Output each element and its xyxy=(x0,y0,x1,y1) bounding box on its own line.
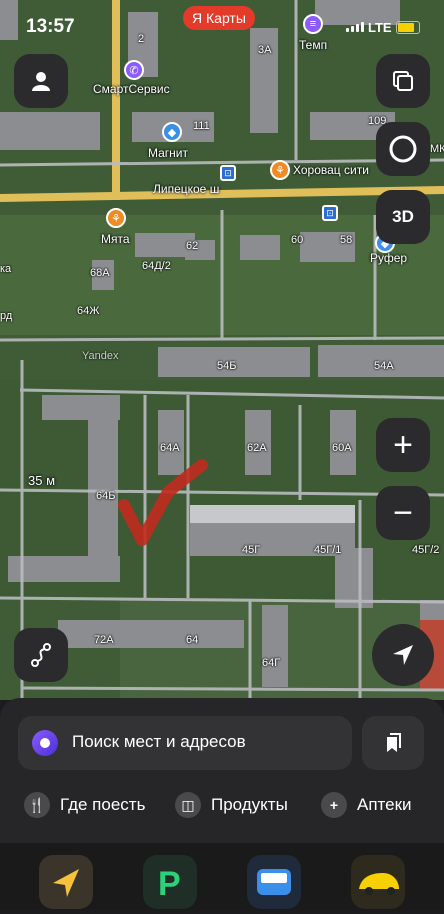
fork-knife-icon: 🍴 xyxy=(24,792,50,818)
house-number: 60 xyxy=(291,234,304,246)
house-number: ка xyxy=(0,263,12,275)
house-number: 64 xyxy=(186,634,199,646)
svg-text:P: P xyxy=(158,865,181,903)
3d-button[interactable]: 3D xyxy=(376,190,430,244)
house-number: 64А xyxy=(160,442,180,454)
network-type: LTE xyxy=(368,20,392,35)
navigator-app-icon[interactable] xyxy=(39,855,93,909)
street-label: Липецкое ш xyxy=(153,182,220,196)
house-number: 64Ж xyxy=(77,305,100,317)
my-location-button[interactable] xyxy=(372,624,434,686)
basket-icon: ◫ xyxy=(175,792,201,818)
poi-label[interactable]: Руфер xyxy=(370,251,407,265)
taxi-app-icon[interactable] xyxy=(351,855,405,909)
location-arrow-icon xyxy=(393,645,413,665)
category-label: Аптеки xyxy=(357,795,412,814)
route-icon xyxy=(31,643,51,667)
yandex-watermark: Yandex xyxy=(82,350,119,362)
compass-icon xyxy=(389,135,417,163)
category-label: Где поесть xyxy=(60,795,146,814)
profile-icon xyxy=(32,72,50,91)
zoom-out-button[interactable]: − xyxy=(376,486,430,540)
house-number: 54А xyxy=(374,360,394,372)
restaurant-pin-icon[interactable]: ⚘ xyxy=(270,160,290,180)
search-field[interactable]: Поиск мест и адресов xyxy=(18,716,352,770)
house-number: 64Г xyxy=(262,657,281,669)
route-button[interactable] xyxy=(14,628,68,682)
map-view[interactable]: 2 3А 111 109 62 60 58 68А 64Д/2 64Ж 54Б … xyxy=(0,0,444,700)
category-chip-groceries[interactable]: ◫ Продукты xyxy=(175,786,288,824)
house-number: 111 xyxy=(193,120,210,132)
poi-label[interactable]: Магнит xyxy=(148,146,188,160)
bus-stop-icon[interactable]: ⊡ xyxy=(220,165,236,181)
status-time: 13:57 xyxy=(26,16,75,37)
house-number: 62А xyxy=(247,442,267,454)
house-number: 45Г/1 xyxy=(314,544,342,556)
category-chip-pharmacy[interactable]: + Аптеки xyxy=(321,786,412,824)
house-number: 45Г xyxy=(242,544,261,556)
search-placeholder: Поиск мест и адресов xyxy=(72,732,246,751)
house-number: 54Б xyxy=(217,360,237,372)
house-number: 72А xyxy=(94,634,114,646)
house-number: 58 xyxy=(340,234,353,246)
house-number: 68А xyxy=(90,267,110,279)
parking-app-icon[interactable]: P xyxy=(143,855,197,909)
alice-assistant-icon[interactable] xyxy=(32,730,58,756)
category-label: Продукты xyxy=(211,795,288,814)
bookmark-icon xyxy=(387,733,401,752)
battery-icon xyxy=(396,21,420,34)
app-brand-badge: Я Карты xyxy=(183,6,255,30)
house-number: 62 xyxy=(186,240,199,252)
zoom-in-button[interactable]: + xyxy=(376,418,430,472)
house-number: рд xyxy=(0,310,13,322)
service-pin-icon[interactable]: ✆ xyxy=(124,60,144,80)
house-number: МК xyxy=(430,143,444,155)
transport-app-icon[interactable] xyxy=(247,855,301,909)
house-number: 64Д/2 xyxy=(142,260,171,272)
profile-button[interactable] xyxy=(14,54,68,108)
poi-label[interactable]: Хоровац сити xyxy=(293,163,369,177)
house-number: 64Б xyxy=(96,490,116,502)
poi-label[interactable]: СмартСервис xyxy=(93,82,170,96)
status-bar: 13:57 Я Карты LTE xyxy=(0,0,444,54)
bus-stop-icon[interactable]: ⊡ xyxy=(322,205,338,221)
layers-icon xyxy=(393,71,413,91)
distance-label: 35 м xyxy=(28,473,56,488)
compass-button[interactable] xyxy=(376,122,430,176)
category-chip-food[interactable]: 🍴 Где поесть xyxy=(24,786,145,824)
house-number: 45Г/2 xyxy=(412,544,440,556)
shop-pin-icon[interactable]: ◆ xyxy=(162,122,182,142)
restaurant-pin-icon[interactable]: ⚘ xyxy=(106,208,126,228)
poi-label[interactable]: Мята xyxy=(101,232,130,246)
bookmarks-button[interactable] xyxy=(362,716,424,770)
layers-button[interactable] xyxy=(376,54,430,108)
plus-icon: + xyxy=(321,792,347,818)
house-number: 60А xyxy=(332,442,352,454)
